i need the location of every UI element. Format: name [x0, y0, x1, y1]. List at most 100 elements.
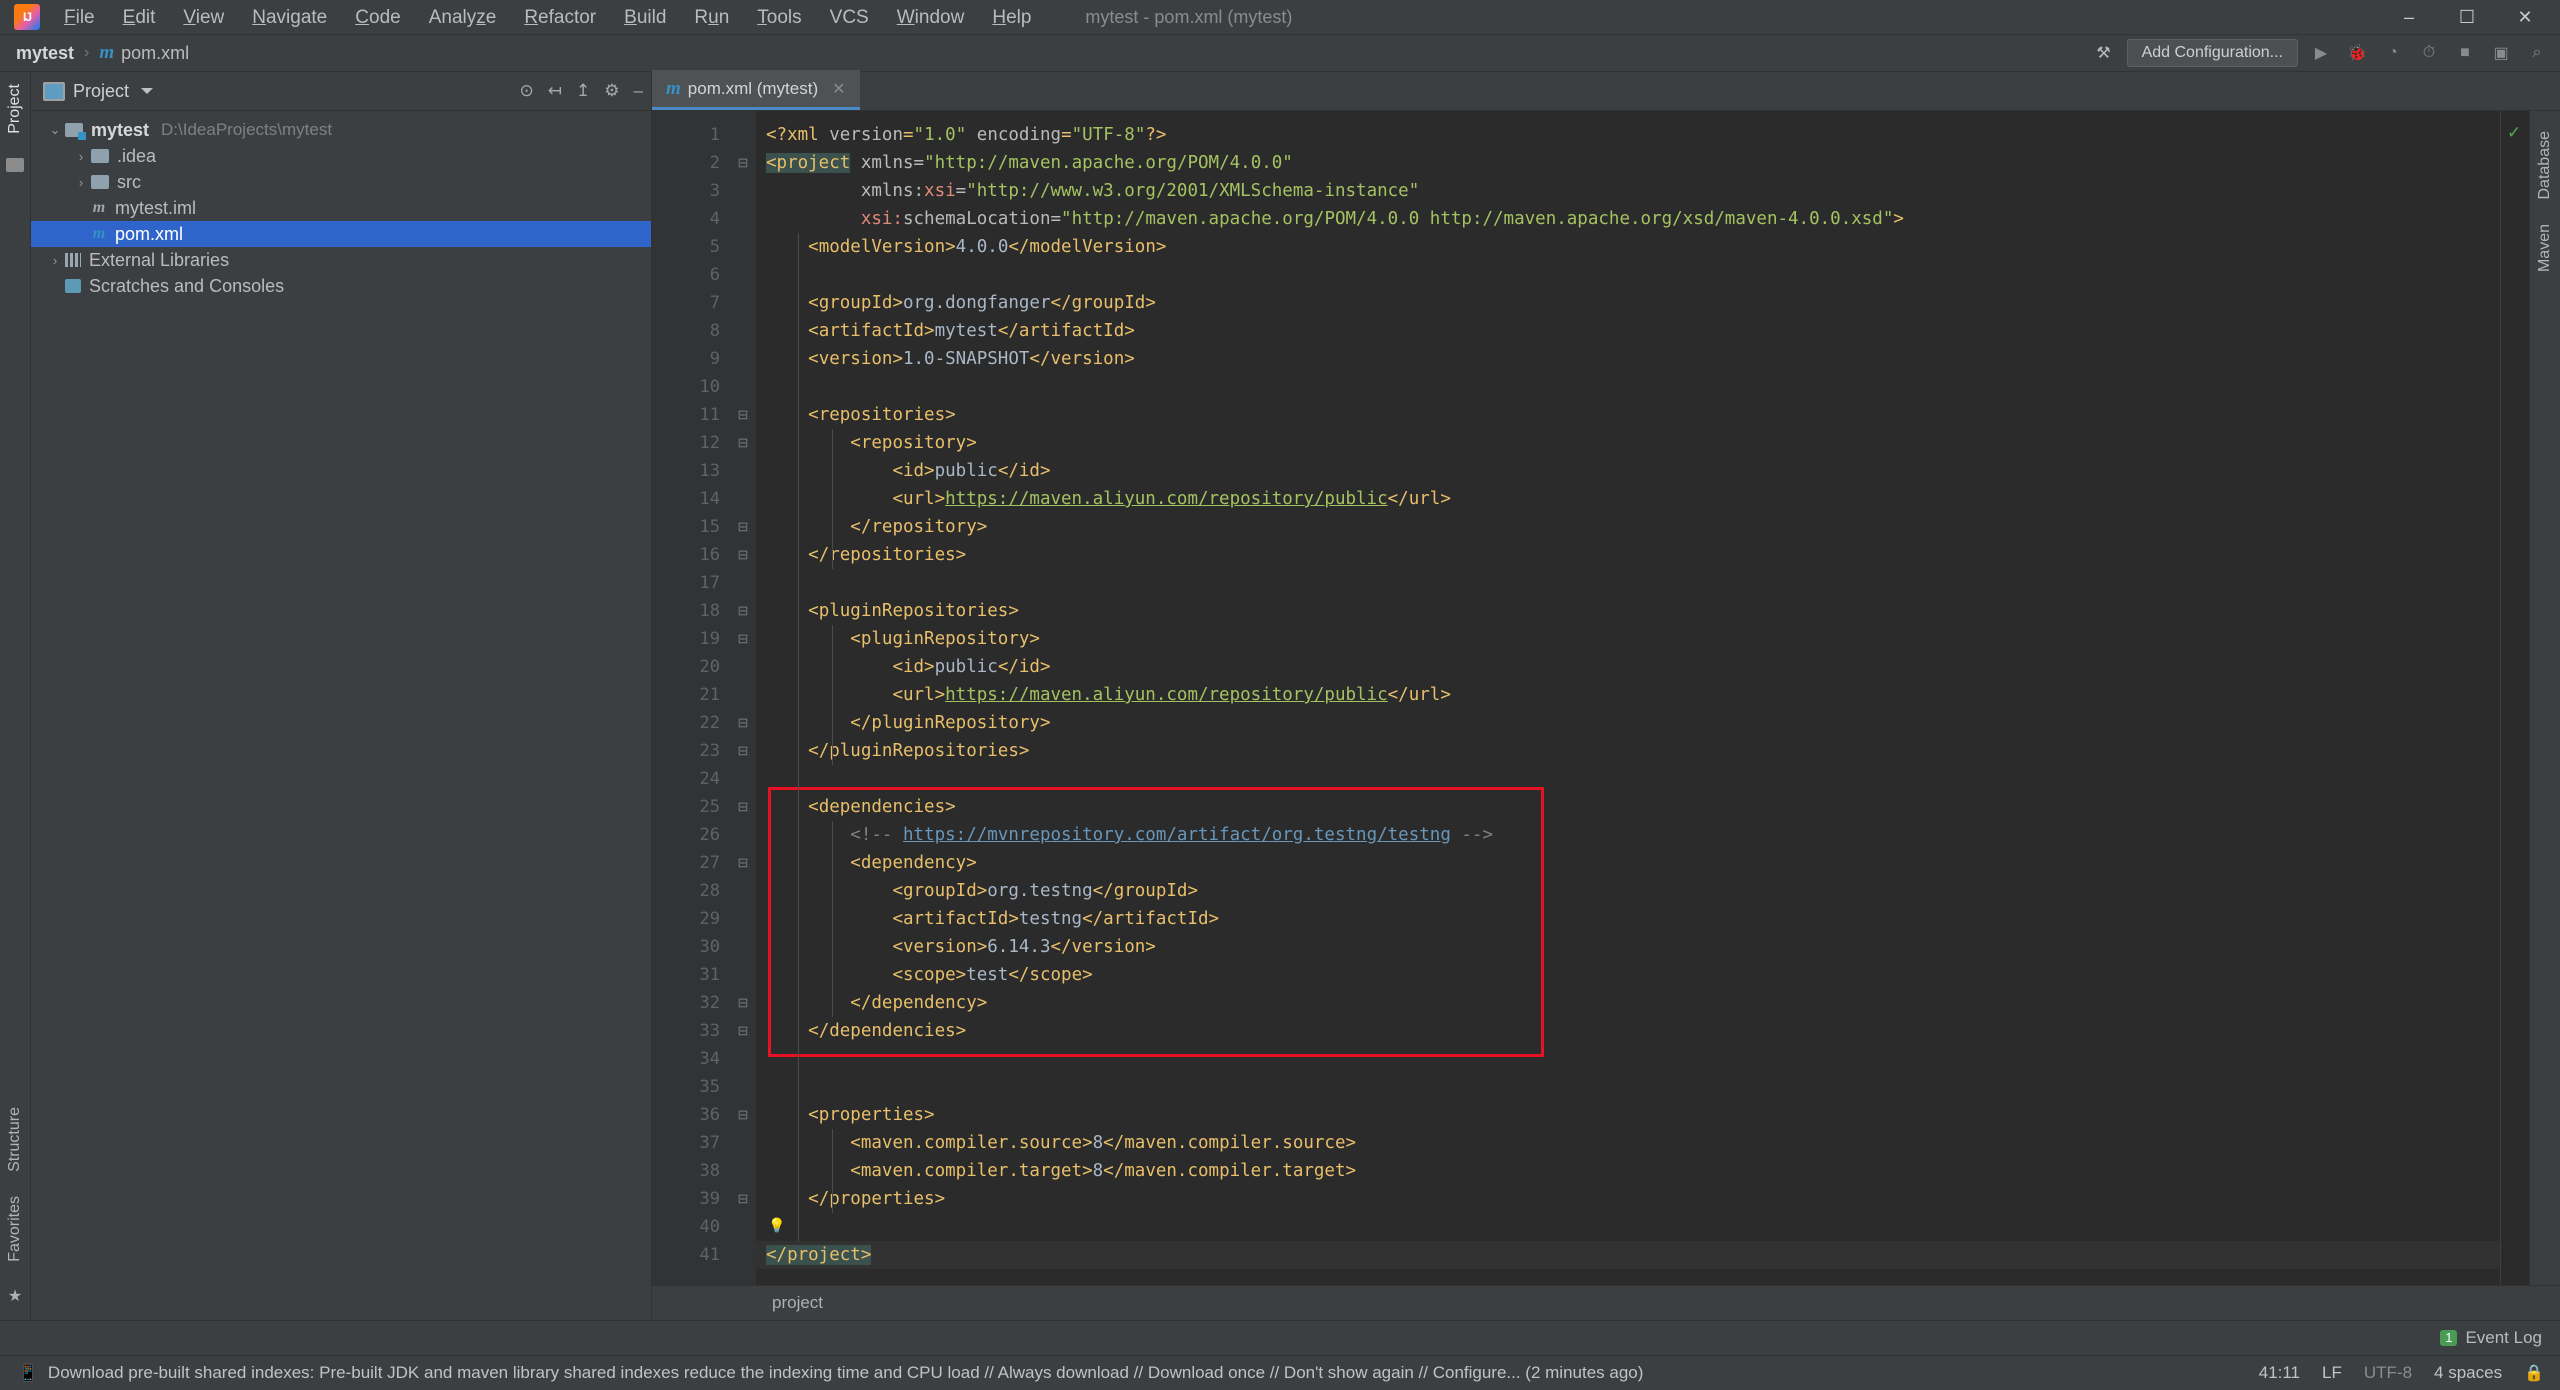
menu-item-analyze[interactable]: Analyze	[415, 4, 511, 31]
fold-marker-icon[interactable]: ⊟	[730, 1185, 756, 1213]
code-text-area[interactable]: <?xml version="1.0" encoding="UTF-8"?> <p…	[756, 111, 2500, 1285]
status-message[interactable]: Download pre-built shared indexes: Pre-b…	[48, 1363, 1644, 1383]
code-line[interactable]: </dependencies>	[756, 1017, 2500, 1045]
fold-marker-icon[interactable]: ⊟	[730, 793, 756, 821]
code-line[interactable]: <id>public</id>	[756, 457, 2500, 485]
code-line[interactable]: </pluginRepository>	[756, 709, 2500, 737]
search-everywhere-icon[interactable]: ⌕	[2524, 40, 2550, 66]
fold-marker-icon[interactable]: ⊟	[730, 513, 756, 541]
sidebar-tab-maven[interactable]: Maven	[2536, 212, 2554, 284]
code-line[interactable]	[756, 1213, 2500, 1241]
fold-marker-icon[interactable]: ⊟	[730, 989, 756, 1017]
sidebar-tab-favorites[interactable]: Favorites	[6, 1184, 24, 1274]
minimize-icon[interactable]: –	[2380, 0, 2438, 34]
layout-icon[interactable]: ▣	[2488, 40, 2514, 66]
code-line[interactable]: <version>1.0-SNAPSHOT</version>	[756, 345, 2500, 373]
expand-icon[interactable]: ↤	[548, 81, 562, 101]
gear-icon[interactable]: ⚙	[604, 81, 619, 101]
menu-item-edit[interactable]: Edit	[109, 4, 170, 31]
caret-position[interactable]: 41:11	[2259, 1363, 2300, 1383]
code-line[interactable]: <version>6.14.3</version>	[756, 933, 2500, 961]
event-log-area[interactable]: 1 Event Log	[2440, 1321, 2542, 1355]
fold-marker-icon[interactable]: ⊟	[730, 709, 756, 737]
collapse-icon[interactable]: ↥	[576, 81, 590, 101]
code-line[interactable]: <maven.compiler.target>8</maven.compiler…	[756, 1157, 2500, 1185]
tree-expand-arrow[interactable]: ⌄	[45, 122, 65, 138]
code-line[interactable]	[756, 1073, 2500, 1101]
code-line[interactable]: <scope>test</scope>	[756, 961, 2500, 989]
code-line[interactable]: <groupId>org.dongfanger</groupId>	[756, 289, 2500, 317]
code-folding-gutter[interactable]: ⊟ ⊟ ⊟ ⊟ ⊟ ⊟ ⊟ ⊟ ⊟ ⊟ ⊟ ⊟ ⊟ ⊟ ⊟	[730, 111, 756, 1285]
breadcrumb-file[interactable]: pom.xml	[121, 43, 189, 64]
menu-item-run[interactable]: Run	[680, 4, 743, 31]
code-line[interactable]: </properties>	[756, 1185, 2500, 1213]
wrench-icon[interactable]: ⚒	[2091, 40, 2117, 66]
code-line[interactable]: </pluginRepositories>	[756, 737, 2500, 765]
star-icon[interactable]: ★	[8, 1286, 22, 1306]
tree-node-scratches-and-consoles[interactable]: Scratches and Consoles	[31, 273, 651, 299]
code-line[interactable]	[756, 569, 2500, 597]
locate-icon[interactable]: ⊙	[520, 81, 534, 101]
code-line[interactable]: <groupId>org.testng</groupId>	[756, 877, 2500, 905]
add-configuration-button[interactable]: Add Configuration...	[2126, 39, 2298, 67]
tree-node-mytest[interactable]: ⌄ mytest D:\IdeaProjects\mytest	[31, 117, 651, 143]
fold-marker-icon[interactable]: ⊟	[730, 401, 756, 429]
tree-node-pom-xml[interactable]: m pom.xml	[31, 221, 651, 247]
code-line[interactable]: <properties>	[756, 1101, 2500, 1129]
code-line[interactable]: <artifactId>testng</artifactId>	[756, 905, 2500, 933]
hide-icon[interactable]: –	[634, 81, 643, 101]
tree-node-external-libraries[interactable]: › External Libraries	[31, 247, 651, 273]
fold-marker-icon[interactable]: ⊟	[730, 625, 756, 653]
code-line[interactable]: <!-- https://mvnrepository.com/artifact/…	[756, 821, 2500, 849]
coverage-icon[interactable]: ◔	[2380, 40, 2406, 66]
fold-marker-icon[interactable]: ⊟	[730, 1101, 756, 1129]
tree-expand-arrow[interactable]: ›	[45, 253, 65, 268]
chevron-down-icon[interactable]	[141, 88, 154, 94]
code-line[interactable]: <project xmlns="http://maven.apache.org/…	[756, 149, 2500, 177]
code-line[interactable]: <pluginRepositories>	[756, 597, 2500, 625]
fold-marker-icon[interactable]: ⊟	[730, 429, 756, 457]
code-line[interactable]: <pluginRepository>	[756, 625, 2500, 653]
menu-item-view[interactable]: View	[169, 4, 238, 31]
close-icon[interactable]: ✕	[2496, 0, 2554, 34]
tree-node-src[interactable]: › src	[31, 169, 651, 195]
menu-item-file[interactable]: File	[50, 4, 109, 31]
code-line[interactable]	[756, 261, 2500, 289]
indent-setting[interactable]: 4 spaces	[2434, 1363, 2502, 1383]
menu-item-tools[interactable]: Tools	[743, 4, 815, 31]
code-line[interactable]	[756, 373, 2500, 401]
tree-expand-arrow[interactable]: ›	[71, 175, 91, 190]
run-icon[interactable]: ▶	[2308, 40, 2334, 66]
tree-node-mytest-iml[interactable]: m mytest.iml	[31, 195, 651, 221]
maximize-icon[interactable]: ☐	[2438, 0, 2496, 34]
code-line[interactable]: <id>public</id>	[756, 653, 2500, 681]
fold-marker-icon[interactable]: ⊟	[730, 737, 756, 765]
inspection-ok-icon[interactable]: ✓	[2507, 123, 2521, 143]
menu-item-code[interactable]: Code	[341, 4, 414, 31]
editor-breadcrumb[interactable]: project	[652, 1285, 2560, 1320]
fold-marker-icon[interactable]: ⊟	[730, 1017, 756, 1045]
menu-item-window[interactable]: Window	[883, 4, 979, 31]
code-line[interactable]: xmlns:xsi="http://www.w3.org/2001/XMLSch…	[756, 177, 2500, 205]
code-line[interactable]: <dependencies>	[756, 793, 2500, 821]
code-line[interactable]: xsi:schemaLocation="http://maven.apache.…	[756, 205, 2500, 233]
tab-close-icon[interactable]: ✕	[832, 79, 845, 99]
tree-expand-arrow[interactable]: ›	[71, 149, 91, 164]
menu-item-help[interactable]: Help	[978, 4, 1045, 31]
code-line[interactable]: <url>https://maven.aliyun.com/repository…	[756, 681, 2500, 709]
fold-marker-icon[interactable]: ⊟	[730, 597, 756, 625]
lock-icon[interactable]: 🔒	[2524, 1363, 2544, 1383]
sidebar-tab-database[interactable]: Database	[2536, 119, 2554, 212]
editor-tab-pom-xml[interactable]: m pom.xml (mytest) ✕	[652, 70, 860, 110]
event-log-label[interactable]: Event Log	[2465, 1328, 2542, 1348]
code-line[interactable]: <repositories>	[756, 401, 2500, 429]
code-line[interactable]: <dependency>	[756, 849, 2500, 877]
profile-icon[interactable]: ⏱	[2416, 40, 2442, 66]
stop-icon[interactable]: ■	[2452, 40, 2478, 66]
code-line[interactable]	[756, 765, 2500, 793]
fold-marker-icon[interactable]: ⊟	[730, 541, 756, 569]
sidebar-tab-project[interactable]: Project	[6, 72, 24, 146]
file-encoding[interactable]: UTF-8	[2364, 1363, 2412, 1383]
code-line[interactable]: <maven.compiler.source>8</maven.compiler…	[756, 1129, 2500, 1157]
code-line[interactable]: </project>	[756, 1241, 2500, 1269]
